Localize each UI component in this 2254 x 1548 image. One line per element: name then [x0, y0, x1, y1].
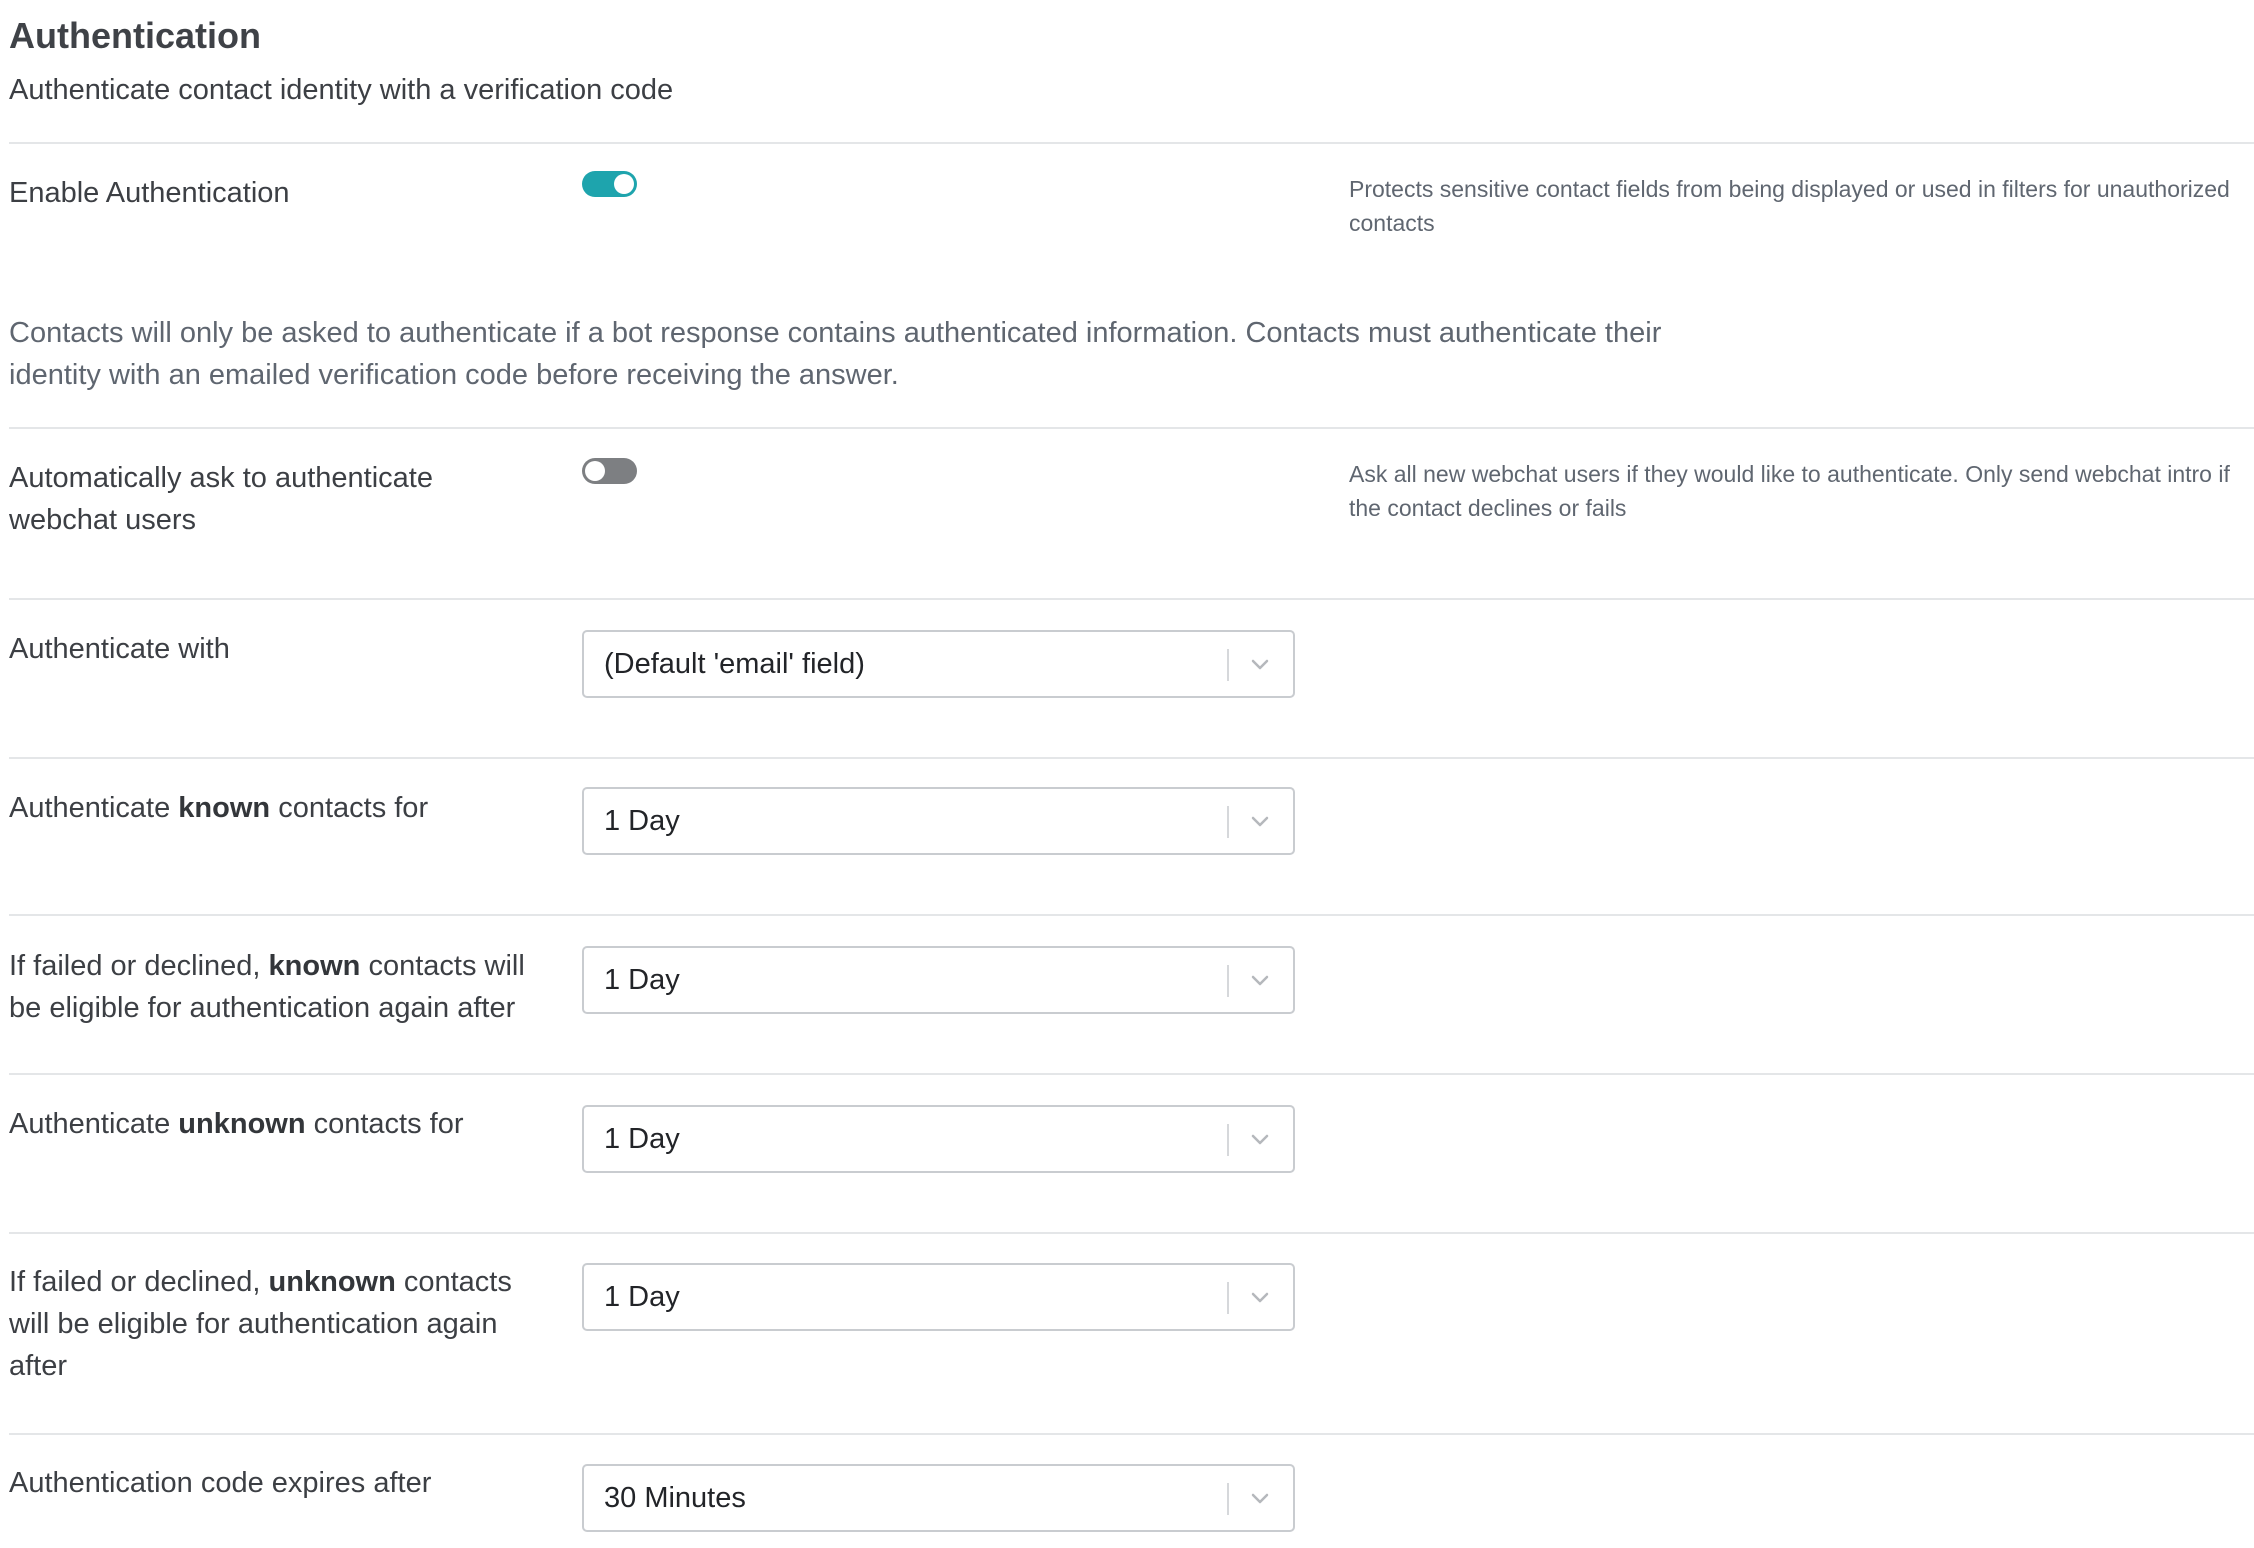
select-value: 1 Day	[604, 1281, 680, 1313]
select-value: 30 Minutes	[604, 1482, 746, 1514]
enable-authentication-help: Protects sensitive contact fields from b…	[1349, 176, 2230, 236]
known-contacts-duration-select[interactable]: 1 Day	[582, 787, 1295, 855]
auto-ask-authenticate-help: Ask all new webchat users if they would …	[1349, 461, 2230, 521]
enable-authentication-label: Enable Authentication	[9, 177, 290, 209]
select-separator	[1227, 649, 1229, 681]
select-separator	[1227, 965, 1229, 997]
chevron-down-icon	[1251, 1292, 1269, 1303]
code-expiry-select[interactable]: 30 Minutes	[582, 1464, 1295, 1532]
enable-authentication-toggle[interactable]	[582, 171, 637, 197]
toggle-knob	[614, 174, 634, 194]
authentication-info-text: Contacts will only be asked to authentic…	[9, 317, 1662, 391]
select-separator	[1227, 806, 1229, 838]
page-title: Authentication	[9, 15, 261, 56]
divider	[9, 598, 2254, 600]
select-value: 1 Day	[604, 1123, 680, 1155]
select-separator	[1227, 1124, 1229, 1156]
chevron-down-icon	[1251, 975, 1269, 986]
chevron-down-icon	[1251, 659, 1269, 670]
select-value: 1 Day	[604, 964, 680, 996]
select-separator	[1227, 1282, 1229, 1314]
known-contacts-retry-label: If failed or declined, known contacts wi…	[9, 950, 525, 1024]
divider	[9, 142, 2254, 144]
unknown-contacts-duration-label: Authenticate unknown contacts for	[9, 1108, 464, 1140]
chevron-down-icon	[1251, 1134, 1269, 1145]
code-expiry-label: Authentication code expires after	[9, 1467, 432, 1499]
known-contacts-duration-label: Authenticate known contacts for	[9, 792, 429, 824]
select-separator	[1227, 1483, 1229, 1515]
authenticate-with-select[interactable]: (Default 'email' field)	[582, 630, 1295, 698]
divider	[9, 427, 2254, 429]
auto-ask-authenticate-toggle[interactable]	[582, 458, 637, 484]
chevron-down-icon	[1251, 816, 1269, 827]
select-value: (Default 'email' field)	[604, 648, 865, 680]
divider	[9, 1433, 2254, 1435]
chevron-down-icon	[1251, 1493, 1269, 1504]
authenticate-with-label: Authenticate with	[9, 633, 230, 665]
divider	[9, 1073, 2254, 1075]
divider	[9, 914, 2254, 916]
authentication-settings-page: Authentication Authenticate contact iden…	[0, 0, 2254, 1548]
unknown-contacts-retry-select[interactable]: 1 Day	[582, 1263, 1295, 1331]
unknown-contacts-duration-select[interactable]: 1 Day	[582, 1105, 1295, 1173]
auto-ask-authenticate-label: Automatically ask to authenticate webcha…	[9, 462, 433, 536]
divider	[9, 1232, 2254, 1234]
divider	[9, 757, 2254, 759]
toggle-knob	[585, 461, 605, 481]
known-contacts-retry-select[interactable]: 1 Day	[582, 946, 1295, 1014]
unknown-contacts-retry-label: If failed or declined, unknown contacts …	[9, 1266, 512, 1382]
select-value: 1 Day	[604, 805, 680, 837]
page-subtitle: Authenticate contact identity with a ver…	[9, 74, 674, 106]
